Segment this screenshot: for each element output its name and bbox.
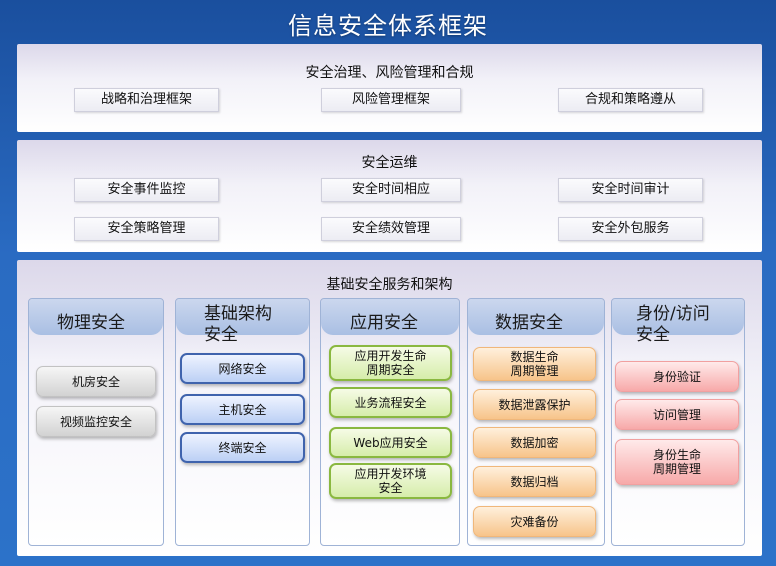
list-item: 网络安全 xyxy=(180,353,305,384)
policy-management-box: 安全策略管理 xyxy=(74,217,219,241)
item-line: 周期安全 xyxy=(366,363,415,377)
compliance-box: 合规和策略遵从 xyxy=(558,88,703,112)
list-item: 身份生命 周期管理 xyxy=(615,439,739,485)
list-item: 应用开发环境 安全 xyxy=(329,463,452,499)
list-item: 数据泄露保护 xyxy=(473,389,596,420)
item-line: 身份验证 xyxy=(652,369,701,384)
column-header: 物理安全 xyxy=(29,299,163,335)
outsourcing-box: 安全外包服务 xyxy=(558,217,703,241)
performance-management-box: 安全绩效管理 xyxy=(321,217,461,241)
event-monitoring-box: 安全事件监控 xyxy=(74,178,219,202)
column-header: 身份/访问 安全 xyxy=(612,299,744,345)
item-line: 数据生命 xyxy=(510,350,559,364)
list-item: 主机安全 xyxy=(180,394,305,425)
item-line: 访问管理 xyxy=(652,407,701,422)
operations-title: 安全运维 xyxy=(361,155,418,171)
data-security-column: 数据安全 数据生命 周期管理 数据泄露保护 数据加密 数据归档 灾难备份 xyxy=(467,298,605,546)
column-header-line: 安全 xyxy=(204,325,238,345)
event-audit-box: 安全时间审计 xyxy=(558,178,703,202)
list-item: 数据归档 xyxy=(473,466,596,497)
item-line: 数据归档 xyxy=(510,474,559,489)
column-header: 基础架构 安全 xyxy=(176,299,309,345)
list-item: 访问管理 xyxy=(615,399,739,430)
application-security-column: 应用安全 应用开发生命 周期安全 业务流程安全 Web应用安全 应用开发环境 安… xyxy=(320,298,460,546)
item-line: 应用开发环境 xyxy=(354,467,427,481)
item-line: 周期管理 xyxy=(652,462,701,476)
operations-band: 安全运维 安全事件监控 安全时间相应 安全时间审计 安全策略管理 安全绩效管理 … xyxy=(17,140,762,252)
governance-title: 安全治理、风险管理和合规 xyxy=(305,65,474,81)
column-header-line: 应用安全 xyxy=(350,313,418,333)
list-item: 机房安全 xyxy=(36,366,156,397)
diagram-title: 信息安全体系框架 xyxy=(288,12,488,40)
column-header-line: 安全 xyxy=(636,325,670,345)
strategy-governance-box: 战略和治理框架 xyxy=(74,88,219,112)
column-header: 数据安全 xyxy=(468,299,604,335)
list-item: 灾难备份 xyxy=(473,506,596,537)
list-item: 业务流程安全 xyxy=(329,387,452,418)
list-item: 视频监控安全 xyxy=(36,406,156,437)
physical-security-column: 物理安全 机房安全 视频监控安全 xyxy=(28,298,164,546)
risk-management-box: 风险管理框架 xyxy=(321,88,461,112)
item-line: 数据加密 xyxy=(510,435,559,450)
list-item: 数据加密 xyxy=(473,427,596,458)
list-item: Web应用安全 xyxy=(329,427,452,458)
list-item: 应用开发生命 周期安全 xyxy=(329,345,452,381)
event-response-box: 安全时间相应 xyxy=(321,178,461,202)
item-line: 安全 xyxy=(378,481,403,495)
column-header: 应用安全 xyxy=(321,299,459,335)
governance-band: 安全治理、风险管理和合规 战略和治理框架 风险管理框架 合规和策略遵从 xyxy=(17,44,762,132)
column-header-line: 数据安全 xyxy=(495,313,563,333)
identity-access-security-column: 身份/访问 安全 身份验证 访问管理 身份生命 周期管理 xyxy=(611,298,745,546)
item-line: 应用开发生命 xyxy=(354,349,427,363)
infrastructure-title: 基础安全服务和架构 xyxy=(326,277,453,293)
column-header-line: 物理安全 xyxy=(57,313,125,333)
list-item: 终端安全 xyxy=(180,432,305,463)
item-line: 周期管理 xyxy=(510,364,559,378)
item-line: 身份生命 xyxy=(652,448,701,462)
item-line: 数据泄露保护 xyxy=(498,397,571,412)
list-item: 数据生命 周期管理 xyxy=(473,347,596,381)
item-line: 业务流程安全 xyxy=(354,395,427,410)
infrastructure-security-column: 基础架构 安全 网络安全 主机安全 终端安全 xyxy=(175,298,310,546)
item-line: 灾难备份 xyxy=(510,514,559,529)
list-item: 身份验证 xyxy=(615,361,739,392)
item-line: Web应用安全 xyxy=(353,435,428,450)
